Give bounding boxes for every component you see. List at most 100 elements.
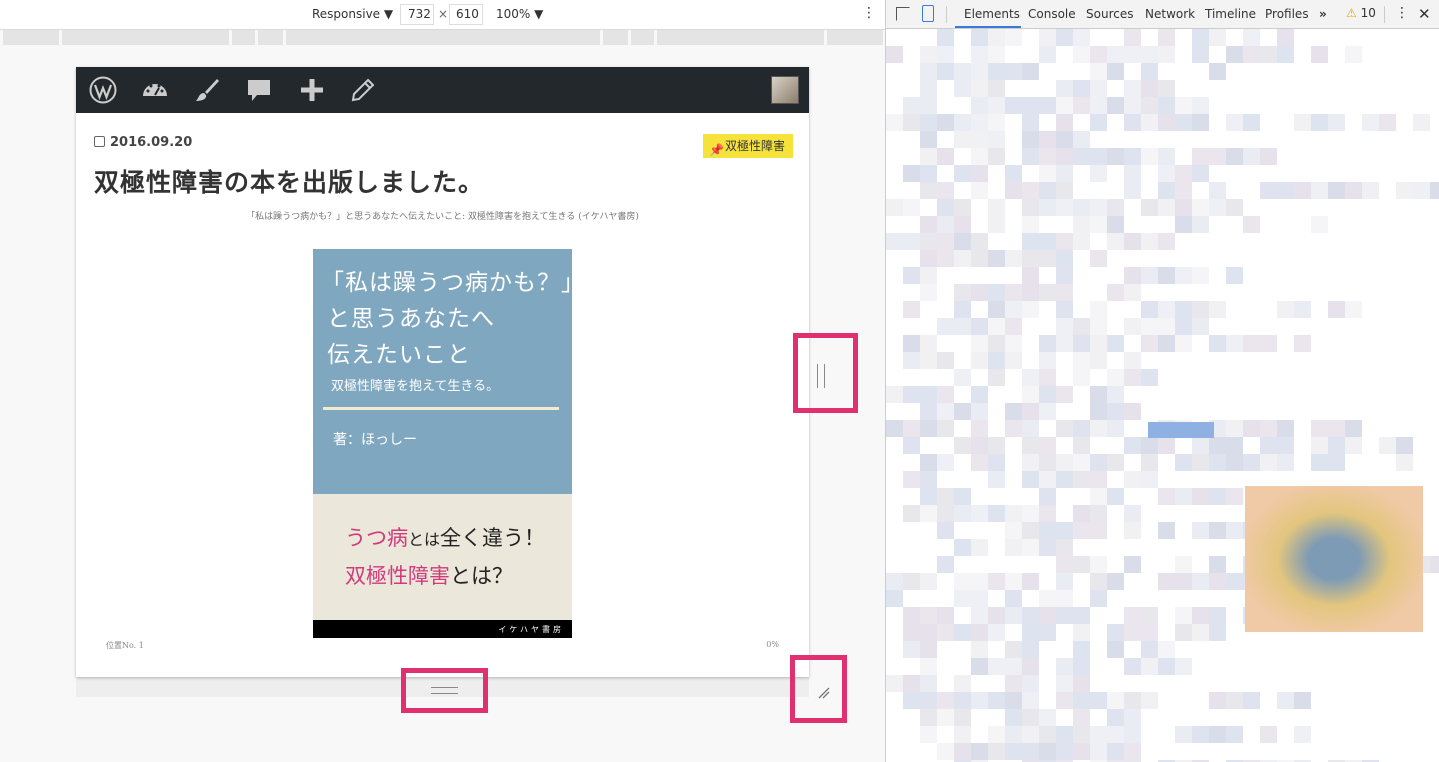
post-date: 2016.09.20: [94, 135, 192, 150]
blur-cell: [1379, 114, 1396, 131]
device-menu-icon[interactable]: ⋮: [862, 5, 876, 21]
blur-cell: [1294, 114, 1311, 131]
avatar[interactable]: [771, 76, 799, 104]
zoom-select[interactable]: 100% ▼: [496, 7, 543, 21]
blur-cell: [1158, 573, 1175, 590]
tab-profiles[interactable]: Profiles: [1265, 7, 1309, 21]
device-toggle-icon[interactable]: [922, 5, 934, 22]
blur-cell: [1141, 692, 1158, 709]
blur-cell: [903, 301, 920, 318]
blur-cell: [886, 46, 903, 63]
blur-cell: [1430, 182, 1439, 199]
blur-cell: [1107, 454, 1124, 471]
comment-icon[interactable]: [245, 76, 273, 104]
blur-cell: [1090, 250, 1107, 267]
height-input[interactable]: 610: [456, 7, 479, 21]
cover-author: 著：ほっしー: [333, 432, 417, 448]
media-query-segment[interactable]: [603, 30, 628, 45]
media-query-segment[interactable]: [232, 30, 255, 45]
blur-cell: [1158, 335, 1175, 352]
blur-cell: [937, 233, 954, 250]
tag2-a: 双極性障害: [345, 564, 450, 588]
blur-cell: [1073, 148, 1090, 165]
post-title: 双極性障害の本を出版しました。: [94, 168, 485, 197]
blur-cell: [1090, 216, 1107, 233]
blur-cell: [1277, 301, 1294, 318]
media-query-segment[interactable]: [657, 30, 824, 45]
blur-cell: [1039, 386, 1056, 403]
blur-cell: [1005, 403, 1022, 420]
blur-cell: [937, 709, 954, 726]
blur-cell: [1107, 403, 1124, 420]
blur-cell: [1022, 386, 1039, 403]
more-tabs-icon[interactable]: »: [1319, 7, 1327, 21]
wordpress-icon[interactable]: [89, 76, 117, 104]
blur-cell: [1039, 539, 1056, 556]
category-badge[interactable]: 📌 双極性障害: [702, 134, 793, 158]
blur-cell: [1260, 420, 1277, 437]
brush-icon[interactable]: [193, 76, 221, 104]
media-query-segment[interactable]: [827, 30, 883, 45]
blur-cell: [1175, 658, 1192, 675]
devtools-close-icon[interactable]: ✕: [1418, 5, 1431, 23]
blur-cell: [971, 335, 988, 352]
tag1-b: とは: [408, 530, 441, 549]
blur-cell: [1056, 522, 1073, 539]
blur-cell: [1056, 386, 1073, 403]
corner-resize-handle[interactable]: [790, 655, 847, 723]
blur-cell: [971, 131, 988, 148]
tab-elements[interactable]: Elements: [964, 7, 1020, 21]
blur-cell: [1124, 165, 1141, 182]
blur-cell: [1311, 454, 1328, 471]
blur-cell: [1430, 556, 1439, 573]
blur-cell: [937, 46, 954, 63]
media-query-segment[interactable]: [631, 30, 654, 45]
blur-cell: [971, 454, 988, 471]
blur-cell: [1005, 726, 1022, 743]
bottom-resize-handle[interactable]: [401, 668, 488, 713]
blur-cell: [1073, 743, 1090, 760]
blur-cell: [937, 63, 954, 80]
blur-cell: [988, 284, 1005, 301]
plus-icon[interactable]: [298, 76, 326, 104]
blur-cell: [971, 46, 988, 63]
blur-cell: [971, 182, 988, 199]
blur-cell: [1124, 658, 1141, 675]
devtools-menu-icon[interactable]: ⋮: [1395, 5, 1409, 21]
blur-cell: [1039, 335, 1056, 352]
blur-cell: [1039, 369, 1056, 386]
blur-cell: [903, 420, 920, 437]
blur-cell: [1209, 301, 1226, 318]
width-input[interactable]: 732: [408, 7, 431, 21]
tab-timeline[interactable]: Timeline: [1205, 7, 1256, 21]
blur-cell: [937, 420, 954, 437]
media-query-segment[interactable]: [62, 30, 229, 45]
media-query-bar[interactable]: [0, 30, 885, 45]
blur-cell: [954, 488, 971, 505]
blur-cell: [954, 301, 971, 318]
blur-cell: [886, 573, 903, 590]
blur-cell: [1243, 335, 1260, 352]
media-query-segment[interactable]: [286, 30, 600, 45]
blur-cell: [1226, 420, 1243, 437]
blur-cell: [1022, 692, 1039, 709]
blur-cell: [937, 386, 954, 403]
dashboard-icon[interactable]: [141, 76, 169, 104]
tab-sources[interactable]: Sources: [1086, 7, 1133, 21]
blur-cell: [1039, 590, 1056, 607]
media-query-segment[interactable]: [258, 30, 283, 45]
tab-console[interactable]: Console: [1028, 7, 1076, 21]
blur-cell: [1056, 301, 1073, 318]
device-mode-select[interactable]: Responsive ▼: [312, 7, 393, 21]
pencil-icon[interactable]: [349, 76, 377, 104]
blur-cell: [1226, 454, 1243, 471]
warnings-counter[interactable]: ⚠ 10: [1346, 6, 1376, 20]
media-query-segment[interactable]: [3, 30, 59, 45]
right-resize-handle[interactable]: [793, 333, 858, 413]
blur-cell: [1022, 641, 1039, 658]
cover-publisher: イケハヤ書房: [498, 625, 564, 634]
tab-network[interactable]: Network: [1145, 7, 1195, 21]
blur-cell: [1073, 437, 1090, 454]
inspect-element-icon[interactable]: [896, 7, 910, 21]
blur-cell: [1073, 369, 1090, 386]
